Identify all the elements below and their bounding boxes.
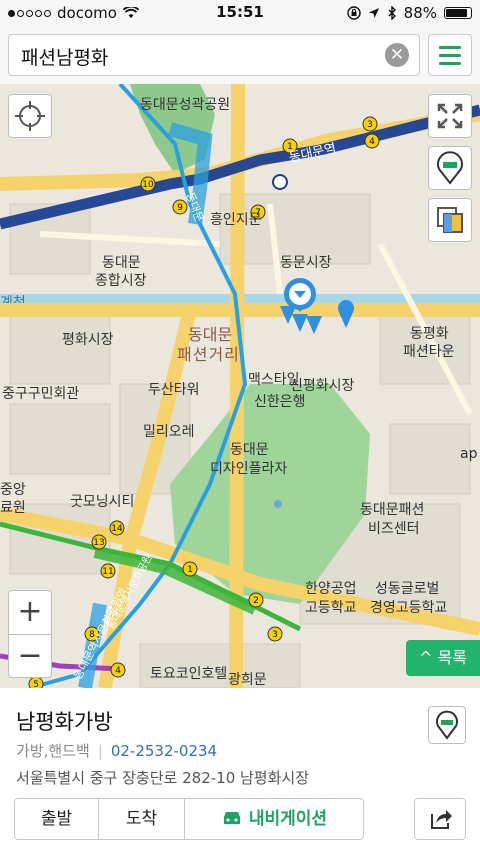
map-label: 동대문: [188, 325, 232, 344]
status-right: 88%: [346, 4, 472, 22]
map-label: 패션거리: [177, 345, 240, 364]
map-label: 신한은행: [254, 394, 306, 410]
current-location-icon: [15, 101, 45, 131]
navigation-button[interactable]: 내비게이션: [185, 799, 363, 839]
exit-number: 3: [367, 120, 373, 130]
location-arrow-icon: [368, 8, 379, 18]
location-pin-button[interactable]: [428, 146, 472, 190]
location-pin-icon: [436, 710, 458, 740]
place-address: 서울특별시 중구 장충단로 282-10 남평화시장: [16, 769, 310, 787]
map-label: 동문시장: [280, 255, 332, 271]
map-view[interactable]: 계천 1 7 3 4 10 9 14 13 11 1 2 3 8 4 5 동대문…: [0, 84, 480, 688]
map-label: 동대문: [230, 442, 269, 458]
exit-number: 10: [142, 180, 154, 190]
exit-number: 4: [369, 137, 375, 147]
map-label: 료원: [0, 500, 26, 516]
map-label: 디자인플라자: [210, 461, 287, 477]
layers-icon: [437, 207, 463, 233]
map-label: 성동글로벌: [375, 581, 439, 597]
map-label: 동대문패션: [360, 502, 424, 518]
departure-button[interactable]: 출발: [15, 799, 99, 839]
zoom-controls: + −: [8, 590, 52, 678]
zoom-in-button[interactable]: +: [9, 591, 51, 635]
fullscreen-icon: [437, 103, 463, 129]
map-label: 고등학교: [305, 600, 357, 616]
fullscreen-button[interactable]: [428, 94, 472, 138]
map-label: 중구구민회관: [2, 386, 79, 402]
map-label: 한양공업: [305, 581, 357, 597]
place-name: 남평화가방: [16, 710, 113, 734]
share-icon: [431, 810, 452, 829]
current-location-button[interactable]: [8, 94, 52, 138]
exit-number: 4: [115, 666, 121, 676]
map-label: 토요코인호텔: [150, 666, 227, 682]
layers-button[interactable]: [428, 198, 472, 242]
place-card: 남평화가방 가방,핸드백 | 02-2532-0234 서울특별시 중구 장충단로 …: [0, 688, 480, 854]
orientation-lock-icon: [346, 6, 361, 20]
place-meta: 가방,핸드백 | 02-2532-0234: [16, 742, 218, 760]
exit-number: 11: [102, 567, 113, 577]
exit-number: 14: [111, 524, 123, 534]
action-bar: 출발 도착 내비게이션: [14, 798, 364, 840]
map-label: 흥인지문: [210, 212, 262, 228]
map-label: 동대문: [102, 255, 141, 271]
map-canvas: 계천 1 7 3 4 10 9 14 13 11 1 2 3 8 4 5 동대문…: [0, 84, 480, 688]
exit-number: 3: [272, 630, 278, 640]
map-label: 경영고등학교: [370, 600, 447, 616]
map-label: 패션타운: [403, 344, 455, 360]
share-button[interactable]: [414, 798, 466, 840]
exit-number: 13: [93, 538, 104, 548]
search-box: ✕: [8, 34, 420, 76]
navigation-label: 내비게이션: [248, 809, 328, 829]
list-button[interactable]: ^ 목록: [406, 640, 480, 676]
exit-number: 9: [177, 203, 183, 213]
exit-number: 5: [33, 680, 39, 688]
battery-level: [446, 9, 467, 17]
map-label: 종합시장: [95, 273, 147, 289]
map-label: 비즈센터: [368, 521, 420, 537]
map-label: 굿모닝시티: [70, 494, 134, 510]
map-label: 동대문성곽공원: [140, 97, 230, 113]
battery-percent: 88%: [403, 4, 437, 22]
map-label: 밀리오레: [143, 424, 195, 440]
place-category: 가방,핸드백: [16, 742, 90, 760]
car-icon: [223, 812, 240, 824]
zoom-out-button[interactable]: −: [9, 635, 51, 678]
clear-search-button[interactable]: ✕: [385, 43, 409, 67]
close-icon: ✕: [389, 45, 405, 65]
search-input[interactable]: [19, 41, 373, 71]
place-phone-link[interactable]: 02-2532-0234: [111, 742, 217, 760]
show-on-map-button[interactable]: [428, 706, 466, 744]
map-label: 광희문: [228, 672, 267, 688]
map-label: 신평화시장: [290, 378, 355, 394]
menu-button[interactable]: [428, 34, 472, 76]
location-pin-icon: [437, 151, 463, 185]
bluetooth-icon: [388, 6, 396, 20]
map-label: 동평화: [410, 326, 449, 342]
exit-number: 1: [187, 565, 193, 575]
map-label: 평화시장: [62, 332, 114, 348]
status-bar: docomo 15:51 88%: [0, 0, 480, 26]
map-label: 중앙: [0, 482, 26, 498]
arrival-button[interactable]: 도착: [99, 799, 185, 839]
map-label: 두산타워: [148, 382, 200, 398]
map-label: ap: [460, 446, 478, 462]
battery-icon: [444, 7, 472, 19]
exit-number: 2: [253, 596, 259, 606]
search-bar: ✕: [0, 26, 480, 84]
